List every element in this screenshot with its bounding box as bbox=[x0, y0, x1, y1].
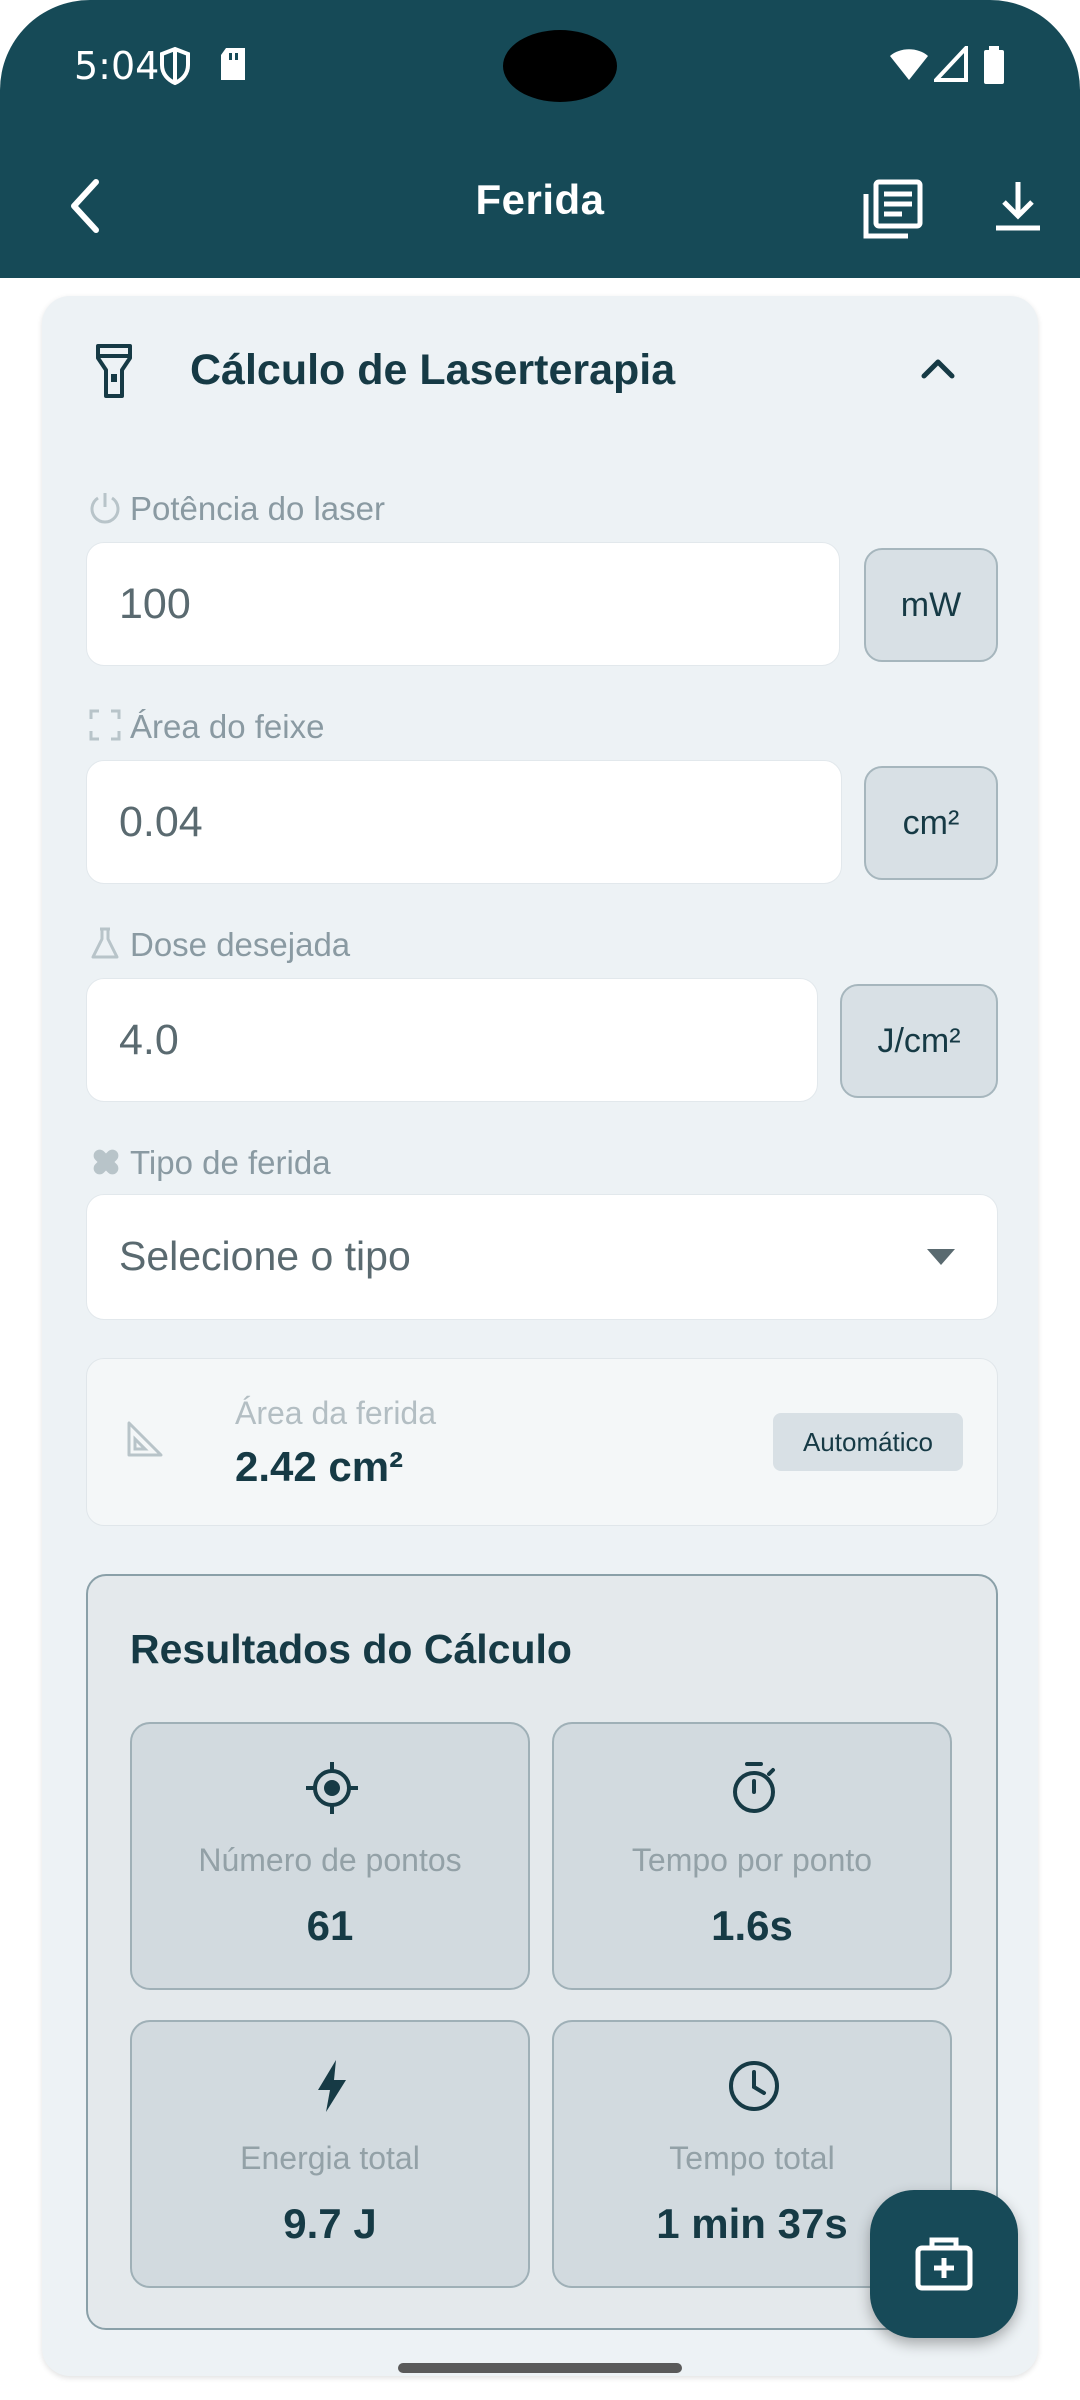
sd-card-icon bbox=[218, 46, 248, 87]
set-square-icon bbox=[125, 1419, 165, 1464]
home-indicator[interactable] bbox=[398, 2363, 682, 2373]
wound-type-select[interactable]: Selecione o tipo bbox=[86, 1194, 998, 1320]
points-value: 61 bbox=[306, 1902, 354, 1949]
dose-input[interactable]: 4.0 bbox=[86, 978, 818, 1102]
power-unit: mW bbox=[864, 548, 998, 662]
power-input[interactable]: 100 bbox=[86, 542, 840, 666]
total-time-label: Tempo total bbox=[669, 2140, 835, 2176]
automatic-badge: Automático bbox=[773, 1413, 963, 1471]
flashlight-icon bbox=[94, 342, 134, 405]
wound-area-label: Área da ferida bbox=[235, 1395, 437, 1431]
download-button[interactable] bbox=[980, 172, 1056, 248]
crop-frame-icon bbox=[88, 708, 122, 747]
power-icon bbox=[88, 490, 122, 531]
total-energy-tile: Energia total 9.7 J bbox=[130, 2020, 530, 2288]
status-time: 5:04 bbox=[74, 44, 160, 88]
dropdown-arrow-icon bbox=[925, 1247, 957, 1272]
medical-kit-fab[interactable] bbox=[870, 2190, 1018, 2338]
wound-area-panel: Área da ferida 2.42 cm² Automático bbox=[86, 1358, 998, 1526]
report-button[interactable] bbox=[856, 172, 932, 248]
time-per-point-tile: Tempo por ponto 1.6s bbox=[552, 1722, 952, 1990]
shield-icon bbox=[158, 46, 192, 91]
stopwatch-icon bbox=[733, 1762, 775, 1813]
battery-icon bbox=[982, 46, 1006, 91]
bandage-icon bbox=[88, 1144, 124, 1185]
dose-label: Dose desejada bbox=[130, 926, 351, 963]
medical-kit-icon bbox=[915, 2237, 973, 2291]
total-energy-label: Energia total bbox=[240, 2140, 420, 2176]
chevron-up-icon[interactable] bbox=[918, 352, 958, 387]
power-label: Potência do laser bbox=[130, 490, 385, 527]
wound-type-value: Selecione o tipo bbox=[119, 1233, 411, 1279]
flask-icon bbox=[88, 926, 122, 965]
app-bar: 5:04 Ferida bbox=[0, 0, 1080, 278]
points-label: Número de pontos bbox=[198, 1842, 462, 1878]
results-title: Resultados do Cálculo bbox=[130, 1626, 572, 1672]
wifi-icon bbox=[888, 46, 930, 87]
time-per-point-value: 1.6s bbox=[711, 1902, 793, 1949]
beam-area-label: Área do feixe bbox=[130, 708, 325, 745]
bolt-icon bbox=[318, 2060, 346, 2112]
dose-unit: J/cm² bbox=[840, 984, 998, 1098]
laser-calc-card: Cálculo de Laserterapia Potência do lase… bbox=[42, 296, 1038, 2376]
beam-area-input[interactable]: 0.04 bbox=[86, 760, 842, 884]
section-header[interactable]: Cálculo de Laserterapia bbox=[42, 296, 1038, 446]
wound-area-value: 2.42 cm² bbox=[235, 1443, 404, 1490]
camera-cutout bbox=[503, 30, 617, 102]
total-energy-value: 9.7 J bbox=[283, 2200, 377, 2247]
clock-icon bbox=[729, 2061, 779, 2111]
points-tile: Número de pontos 61 bbox=[130, 1722, 530, 1990]
section-title: Cálculo de Laserterapia bbox=[190, 346, 676, 394]
wound-type-label: Tipo de ferida bbox=[130, 1144, 331, 1181]
time-per-point-label: Tempo por ponto bbox=[631, 1842, 873, 1878]
signal-icon bbox=[931, 42, 968, 87]
beam-area-unit: cm² bbox=[864, 766, 998, 880]
results-panel: Resultados do Cálculo Número de pontos 6… bbox=[86, 1574, 998, 2330]
target-icon bbox=[306, 1762, 358, 1814]
